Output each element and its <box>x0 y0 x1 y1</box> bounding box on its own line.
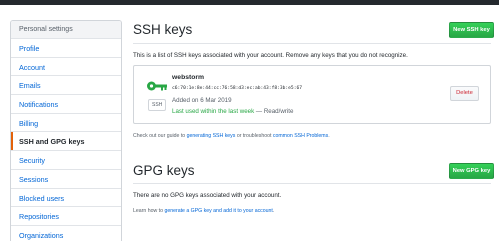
ssh-guide-suffix: . <box>328 133 330 139</box>
sidebar-item-billing[interactable]: Billing <box>11 114 121 133</box>
ssh-key-name: webstorm <box>172 74 205 81</box>
gpg-keys-title: GPG keys <box>133 163 195 178</box>
sidebar-item-emails[interactable]: Emails <box>11 76 121 96</box>
sidebar-header: Personal settings <box>11 21 121 39</box>
delete-ssh-key-button[interactable]: Delete <box>450 86 479 101</box>
generating-ssh-keys-link[interactable]: generating SSH keys <box>187 133 236 139</box>
key-icon <box>147 81 167 91</box>
ssh-key-type-label: SSH <box>148 99 167 111</box>
main-content: SSH keys New SSH key This is a list of S… <box>133 0 495 241</box>
ssh-guide-prefix: Check out our guide to <box>133 133 187 139</box>
sidebar-item-profile[interactable]: Profile <box>11 39 121 58</box>
ssh-guide-text: Check out our guide to generating SSH ke… <box>133 133 330 139</box>
ssh-guide-middle: or troubleshoot <box>235 133 273 139</box>
sidebar-item-account[interactable]: Account <box>11 58 121 77</box>
sidebar-item-security[interactable]: Security <box>11 151 121 170</box>
sidebar-item-repositories[interactable]: Repositories <box>11 207 121 226</box>
settings-sidebar: Personal settings Profile Account Emails… <box>10 20 122 241</box>
ssh-key-added-date: Added on 6 Mar 2019 <box>172 97 232 104</box>
sidebar-item-ssh-gpg-keys[interactable]: SSH and GPG keys <box>11 132 121 152</box>
common-ssh-problems-link[interactable]: common SSH Problems <box>273 133 328 139</box>
ssh-key-item: SSH webstorm c6:70:1e:8e:44:cc:76:58:d3:… <box>133 65 491 124</box>
ssh-description: This is a list of SSH keys associated wi… <box>133 52 408 59</box>
ssh-key-fingerprint: c6:70:1e:8e:44:cc:76:58:d3:ec:ab:43:f8:3… <box>172 86 302 91</box>
gpg-section-divider <box>133 183 491 184</box>
ssh-keys-title: SSH keys <box>133 22 193 37</box>
sidebar-item-blocked-users[interactable]: Blocked users <box>11 189 121 208</box>
ssh-key-last-used: Last used within the last week — Read/wr… <box>172 108 293 115</box>
sidebar-item-sessions[interactable]: Sessions <box>11 170 121 189</box>
gpg-learn-prefix: Learn how to <box>133 208 165 214</box>
new-ssh-key-button[interactable]: New SSH key <box>449 22 494 38</box>
gpg-learn-suffix: . <box>272 208 275 214</box>
ssh-key-access: — Read/write <box>254 108 294 115</box>
sidebar-item-organizations[interactable]: Organizations <box>11 226 121 241</box>
generate-gpg-key-link[interactable]: generate a GPG key and add it to your ac… <box>164 208 272 214</box>
sidebar-item-notifications[interactable]: Notifications <box>11 95 121 114</box>
ssh-section-divider <box>133 43 491 44</box>
new-gpg-key-button[interactable]: New GPG key <box>449 163 494 179</box>
gpg-empty-message: There are no GPG keys associated with yo… <box>133 192 282 199</box>
ssh-key-last-used-text: Last used within the last week <box>172 108 255 115</box>
gpg-learn-text: Learn how to generate a GPG key and add … <box>133 208 274 214</box>
